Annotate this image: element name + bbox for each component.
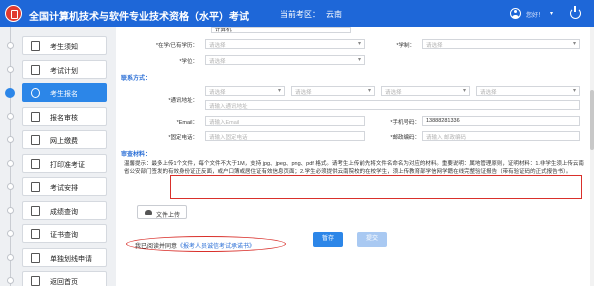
address-input[interactable]: 请输入通讯地址 <box>205 100 580 110</box>
region-label: 当前考区： <box>280 10 320 19</box>
email-input[interactable]: 请输入Email <box>205 116 365 126</box>
sidebar-item-label: 成绩查询 <box>50 208 78 216</box>
timeline-dot <box>7 183 14 190</box>
sidebar-item[interactable]: 网上缴费 <box>22 130 107 149</box>
postcode-input[interactable]: 请输入 邮政编码 <box>422 131 580 141</box>
region-value: 云南 <box>326 10 342 19</box>
user-icon[interactable] <box>510 8 521 19</box>
sidebar-item[interactable]: 考试安排 <box>22 177 107 196</box>
education-select[interactable]: 请选择 <box>205 39 365 49</box>
sidebar-item-label: 打印准考证 <box>50 161 85 169</box>
agreement-link[interactable]: 《报考人员诚信考试承诺书》 <box>177 244 255 250</box>
printer-icon <box>31 158 40 169</box>
sidebar-item-label: 报名审核 <box>50 114 78 122</box>
highlight-box <box>170 175 582 199</box>
timeline-dot <box>7 112 14 120</box>
materials-section-title: 审查材料： <box>121 152 152 158</box>
home-icon <box>31 276 40 286</box>
sidebar-item[interactable]: 考生报名 <box>22 83 107 102</box>
agreement-prefix: 我已阅读并同意 <box>135 244 178 250</box>
timeline-dot <box>7 65 14 73</box>
mobile-label: *手机号码： <box>390 120 420 126</box>
submit-button[interactable]: 提交 <box>357 232 387 247</box>
postcode-label: *邮政编码： <box>390 135 420 141</box>
sidebar-item-label: 返回首页 <box>50 279 78 286</box>
power-icon[interactable] <box>570 6 581 19</box>
xuewei-label: *学位： <box>179 59 198 65</box>
timeline-dot <box>7 136 14 143</box>
upload-notice: 温馨提示：最多上传1个文件，每个文件不大于1M，支持 jpg、jpeg、png、… <box>124 161 584 175</box>
sidebar-item[interactable]: 证书查询 <box>22 224 107 243</box>
sidebar-item-label: 证书查询 <box>50 232 78 239</box>
top-partial-field[interactable]: 计算机 <box>211 27 351 33</box>
degree-label: *学制： <box>396 43 415 49</box>
phone-input[interactable]: 请输入固定电话 <box>205 131 365 141</box>
sidebar-item[interactable]: 成绩查询 <box>22 200 107 220</box>
user-greeting[interactable]: 您好！ <box>526 10 544 19</box>
app-title: 全国计算机技术与软件专业技术资格（水平）考试 <box>29 12 249 23</box>
doc-icon <box>31 41 40 51</box>
review-icon <box>31 111 40 122</box>
sidebar-item[interactable]: 打印准考证 <box>22 153 107 173</box>
xuewei-select[interactable]: 请选择 <box>205 55 365 65</box>
scrollbar-thumb[interactable] <box>590 90 594 150</box>
address-label: *通讯地址： <box>168 98 198 104</box>
city-select[interactable]: 请选择 <box>291 86 375 96</box>
upload-button-label: 文件上传 <box>156 213 181 219</box>
timeline-dot <box>7 206 14 214</box>
chevron-down-icon[interactable]: ▾ <box>550 10 553 17</box>
district-select[interactable]: 请选择 <box>381 86 470 96</box>
clock-icon <box>31 88 40 98</box>
sidebar-item[interactable]: 报名审核 <box>22 106 107 126</box>
cloud-upload-icon <box>145 210 152 215</box>
sidebar-item-label: 考试计划 <box>50 67 78 75</box>
sidebar-item-label: 考生报名 <box>50 91 78 98</box>
timeline-dot <box>7 159 14 167</box>
upload-button[interactable]: 文件上传 <box>137 205 187 219</box>
top-header: 全国计算机技术与软件专业技术资格（水平）考试 当前考区： 云南 您好！ ▾ <box>0 0 594 27</box>
street-select[interactable]: 请选择 <box>476 86 580 96</box>
contact-section-title: 联系方式： <box>121 76 152 82</box>
phone-label: *固定电话： <box>168 135 198 141</box>
sidebar-item-label: 单独划线申请 <box>50 255 92 263</box>
sidebar-item[interactable]: 返回首页 <box>22 271 107 286</box>
search-icon <box>31 205 40 216</box>
sidebar-item[interactable]: 考生须知 <box>22 36 107 55</box>
certificate-icon <box>31 229 40 239</box>
education-label: *在学/已有学历： <box>155 43 198 49</box>
agreement-text: 我已阅读并同意《报考人员诚信考试承诺书》 <box>135 241 255 250</box>
schedule-icon <box>31 182 40 192</box>
timeline-dot <box>7 42 14 49</box>
logo-icon <box>5 5 22 22</box>
sidebar-item-label: 考生须知 <box>50 44 78 51</box>
sidebar-item-label: 考试安排 <box>50 185 78 192</box>
email-label: *Email： <box>176 120 198 126</box>
sidebar-item-label: 网上缴费 <box>50 138 78 145</box>
apply-icon <box>31 252 40 263</box>
save-button[interactable]: 暂存 <box>313 232 343 247</box>
list-icon <box>31 64 40 75</box>
card-icon <box>31 135 40 145</box>
province-select[interactable]: 请选择 <box>205 86 285 96</box>
sidebar-item[interactable]: 考试计划 <box>22 59 107 79</box>
scrollbar[interactable] <box>590 27 594 286</box>
mobile-input[interactable]: 13888281336 <box>422 116 580 126</box>
timeline-dot <box>5 88 15 98</box>
current-region: 当前考区： 云南 <box>280 9 342 20</box>
timeline-dot <box>7 277 14 284</box>
timeline-dot <box>7 253 14 261</box>
sidebar-item[interactable]: 单独划线申请 <box>22 247 107 267</box>
timeline-dot <box>7 230 14 237</box>
degree-select[interactable]: 请选择 <box>422 39 580 49</box>
